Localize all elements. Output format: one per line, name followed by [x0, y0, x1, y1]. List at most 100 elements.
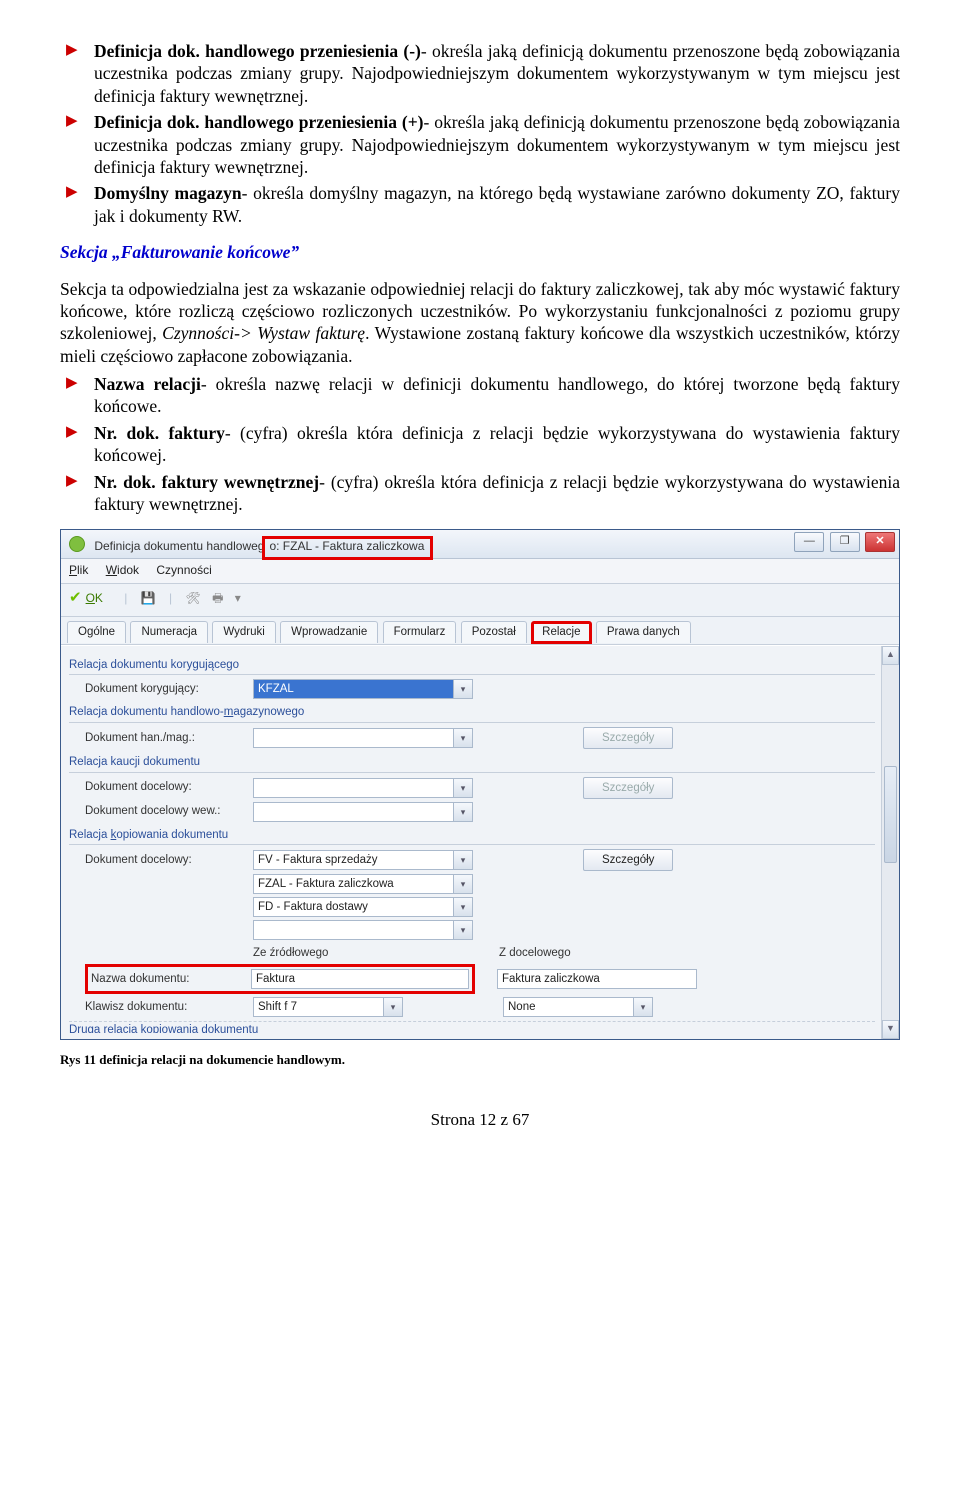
combo-docelowy2-3[interactable]: ▾ — [253, 897, 473, 917]
input-docelowy[interactable] — [253, 778, 473, 798]
label-korygujacy: Dokument korygujący: — [85, 682, 253, 697]
tab-wydruki[interactable]: Wydruki — [212, 621, 275, 643]
combo-docelowy2-2[interactable]: ▾ — [253, 874, 473, 894]
bullet-term: Nr. dok. faktury wewnętrznej — [94, 472, 319, 492]
label-docelowy2: Dokument docelowy: — [85, 853, 253, 868]
window-controls: — ❐ ✕ — [792, 532, 895, 552]
input-docelowy-wew[interactable] — [253, 802, 473, 822]
input-docelowy2-1[interactable] — [253, 850, 473, 870]
tab-formularz[interactable]: Formularz — [383, 621, 457, 643]
bullet-item: Domyślny magazyn- określa domyślny magaz… — [94, 182, 900, 227]
menu-plik[interactable]: Plik — [69, 563, 88, 577]
separator-icon: | — [169, 591, 172, 605]
scroll-up-icon[interactable]: ▲ — [882, 646, 899, 665]
bullet-item: Nr. dok. faktury- (cyfra) określa która … — [94, 422, 900, 467]
options-icon[interactable]: ▾ — [235, 591, 241, 605]
label-docelowy: Dokument docelowy: — [85, 780, 253, 795]
minimize-button[interactable]: — — [794, 532, 824, 552]
tab-ogolne[interactable]: Ogólne — [67, 621, 126, 643]
figure-caption: Rys 11 definicja relacji na dokumencie h… — [60, 1052, 900, 1069]
combo-han-mag[interactable]: ▾ — [253, 728, 473, 748]
chevron-down-icon[interactable]: ▾ — [633, 998, 652, 1016]
page-number: Strona 12 z 67 — [60, 1109, 900, 1131]
input-nazwa-zrodlowe[interactable] — [251, 969, 469, 989]
label-han-mag: Dokument han./mag.: — [85, 731, 253, 746]
chevron-down-icon[interactable]: ▾ — [453, 921, 472, 939]
para-italic: Czynności-> Wystaw fakturę — [162, 323, 365, 343]
input-korygujacy[interactable] — [253, 679, 473, 699]
col-header-zrodlowe: Ze źródłowego — [253, 946, 481, 961]
input-klawisz-a[interactable] — [253, 997, 403, 1017]
combo-korygujacy[interactable]: ▾ — [253, 679, 473, 699]
chevron-down-icon[interactable]: ▾ — [453, 680, 472, 698]
chevron-down-icon[interactable]: ▾ — [453, 729, 472, 747]
chevron-down-icon[interactable]: ▾ — [453, 875, 472, 893]
window-title-prefix: Definicja dokumentu handloweg — [94, 539, 264, 554]
label-docelowy-wew: Dokument docelowy wew.: — [85, 804, 253, 819]
bullet-term: Nazwa relacji — [94, 374, 201, 394]
tab-pozostale[interactable]: Pozostał — [461, 621, 527, 643]
chevron-down-icon[interactable]: ▾ — [383, 998, 402, 1016]
btn-szczegoly-kopiowanie[interactable]: Szczegóły — [583, 849, 673, 871]
print-icon[interactable]: 🖶 — [212, 591, 223, 605]
combo-klawisz-a[interactable]: ▾ — [253, 997, 403, 1017]
bullet-term: Nr. dok. faktury — [94, 423, 225, 443]
input-docelowy2-2[interactable] — [253, 874, 473, 894]
ok-button[interactable]: OK — [69, 588, 103, 607]
bullet-text: - określa nazwę relacji w definicji doku… — [94, 374, 900, 416]
app-icon — [69, 536, 85, 552]
combo-docelowy2-1[interactable]: ▾ — [253, 850, 473, 870]
chevron-down-icon[interactable]: ▾ — [453, 779, 472, 797]
chevron-down-icon[interactable]: ▾ — [453, 898, 472, 916]
label-klawisz: Klawisz dokumentu: — [85, 1000, 253, 1015]
group-kaucja: Relacja kaucji dokumentu — [69, 755, 875, 773]
chevron-down-icon[interactable]: ▾ — [453, 851, 472, 869]
input-docelowy2-3[interactable] — [253, 897, 473, 917]
tab-relacje[interactable]: Relacje — [531, 621, 591, 644]
combo-docelowy2-4[interactable]: ▾ — [253, 920, 473, 940]
tab-prawa-danych[interactable]: Prawa danych — [596, 621, 691, 643]
input-han-mag[interactable] — [253, 728, 473, 748]
input-klawisz-b[interactable] — [503, 997, 653, 1017]
separator-icon: | — [124, 591, 127, 605]
bullet-item: Nazwa relacji- określa nazwę relacji w d… — [94, 373, 900, 418]
close-button[interactable]: ✕ — [865, 532, 895, 552]
wrench-icon[interactable]: 🛠 — [186, 591, 201, 605]
save-icon[interactable]: 💾 — [141, 591, 156, 605]
form-area: ▲ ▼ Relacja dokumentu korygującego Dokum… — [61, 645, 899, 1040]
menu-czynnosci[interactable]: Czynności — [156, 563, 211, 577]
group-korygujacy: Relacja dokumentu korygującego — [69, 658, 875, 676]
scroll-down-icon[interactable]: ▼ — [882, 1020, 899, 1039]
window-frame: Definicja dokumentu handlowego: FZAL - F… — [60, 529, 900, 1040]
scroll-thumb[interactable] — [884, 766, 897, 863]
menu-widok[interactable]: Widok — [106, 563, 139, 577]
combo-docelowy[interactable]: ▾ — [253, 778, 473, 798]
nazwa-dok-highlight: Nazwa dokumentu: — [85, 964, 475, 994]
combo-klawisz-b[interactable]: ▾ — [503, 997, 653, 1017]
tab-strip: Ogólne Numeracja Wydruki Wprowadzanie Fo… — [61, 617, 899, 645]
btn-szczegoly-hanmag[interactable]: Szczegóły — [583, 727, 673, 749]
input-docelowy2-4[interactable] — [253, 920, 473, 940]
section-title: Sekcja „Fakturowanie końcowe” — [60, 241, 900, 263]
menubar: Plik Widok Czynności — [61, 559, 899, 583]
bullet-term: Domyślny magazyn — [94, 183, 242, 203]
bullet-term: Definicja dok. handlowego przeniesienia … — [94, 112, 424, 132]
titlebar: Definicja dokumentu handlowego: FZAL - F… — [61, 530, 899, 559]
col-header-docelowe: Z docelowego — [499, 946, 571, 961]
input-nazwa-docelowe[interactable] — [497, 969, 697, 989]
btn-szczegoly-kaucja[interactable]: Szczegóły — [583, 777, 673, 799]
window-title-highlight: o: FZAL - Faktura zaliczkowa — [262, 536, 433, 559]
combo-docelowy-wew[interactable]: ▾ — [253, 802, 473, 822]
toolbar: OK | 💾 | 🛠 🖶 ▾ — [61, 584, 899, 617]
bullet-term: Definicja dok. handlowego przeniesienia … — [94, 41, 421, 61]
label-nazwa-dok: Nazwa dokumentu: — [91, 972, 251, 987]
scrollbar[interactable]: ▲ ▼ — [881, 646, 899, 1040]
bullet-list-2: Nazwa relacji- określa nazwę relacji w d… — [60, 373, 900, 515]
bullet-list-1: Definicja dok. handlowego przeniesienia … — [60, 40, 900, 227]
chevron-down-icon[interactable]: ▾ — [453, 803, 472, 821]
tab-wprowadzanie[interactable]: Wprowadzanie — [280, 621, 378, 643]
tab-numeracja[interactable]: Numeracja — [130, 621, 208, 643]
maximize-button[interactable]: ❐ — [830, 532, 860, 552]
bullet-item: Nr. dok. faktury wewnętrznej- (cyfra) ok… — [94, 471, 900, 516]
bullet-item: Definicja dok. handlowego przeniesienia … — [94, 40, 900, 107]
